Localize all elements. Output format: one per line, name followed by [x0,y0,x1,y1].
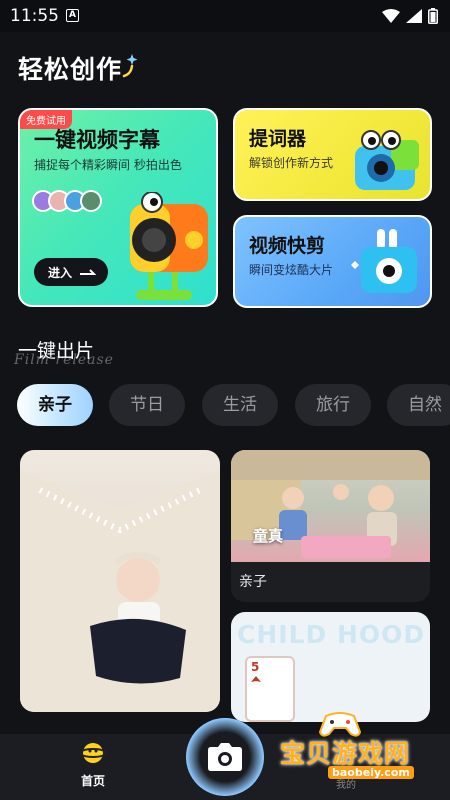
template-photo-childhood[interactable]: CHILD HOOD 5 [231,612,430,722]
video-edit-card-subtitle: 瞬间变炫酷大片 [249,263,334,277]
nav-home-label: 首页 [80,774,105,788]
spade-icon [251,676,261,682]
tab-nature[interactable]: 自然 [387,384,450,426]
tab-parent-child[interactable]: 亲子 [17,384,93,426]
template-photo-kids[interactable]: 童真 亲子 [231,450,430,602]
battery-icon [428,8,438,24]
watermark-text: 宝贝游戏网 [280,739,411,768]
camera-mascot-icon [355,130,419,190]
enter-button-label: 进入 [48,265,73,280]
tab-life[interactable]: 生活 [202,384,278,426]
video-edit-card-title: 视频快剪 [249,235,326,257]
site-watermark: 宝贝游戏网 baobeiy.com [280,712,440,784]
status-icons [382,8,438,24]
prompter-card-title: 提词器 [249,128,307,150]
subtitle-card-title: 一键视频字幕 [34,128,160,152]
subtitle-feature-card[interactable]: 免费试用 一键视频字幕 捕捉每个精彩瞬间 秒拍出色 进入 [18,108,218,307]
section-script-text: Film release [14,352,114,368]
baby-photo-image [20,470,220,712]
category-tabs: 亲子 节日 生活 旅行 自然 [17,384,450,426]
prompter-card[interactable]: 提词器 解锁创作新方式 [233,108,432,201]
keyboard-indicator-icon: A [66,9,79,22]
camera-button[interactable] [186,718,264,796]
speaker-mascot-icon [130,192,208,300]
camera-icon [208,743,242,771]
video-edit-card[interactable]: 视频快剪 瞬间变炫酷大片 [233,215,432,308]
wifi-icon [382,9,400,23]
arrow-right-icon [80,269,97,275]
page-title: 轻松创作 [18,55,123,84]
tab-festival[interactable]: 节日 [109,384,185,426]
nav-home[interactable]: 首页 [68,740,118,789]
signal-icon [406,9,422,23]
template-photo-baby[interactable] [20,450,220,712]
tab-travel[interactable]: 旅行 [295,384,371,426]
photo-overlay-caption: 童真 [253,527,284,545]
watermark-url: baobeiy.com [328,766,414,779]
subtitle-card-subtitle: 捕捉每个精彩瞬间 秒拍出色 [34,158,182,172]
prompter-card-subtitle: 解锁创作新方式 [249,156,334,170]
playing-card-value: 5 [251,660,260,674]
status-time: 11:55 [10,6,59,26]
avatar [80,190,102,212]
camera-bunny-icon [351,229,417,293]
photo-category-label: 亲子 [239,574,267,590]
childhood-decor-text: CHILD HOOD [237,620,426,649]
enter-button[interactable]: 进入 [34,258,108,286]
kids-photo-image: 童真 [231,450,430,562]
user-avatars [32,190,102,212]
status-bar: 11:55 A [0,0,450,32]
home-planet-icon [79,743,107,763]
sparkle-icon [122,54,138,78]
